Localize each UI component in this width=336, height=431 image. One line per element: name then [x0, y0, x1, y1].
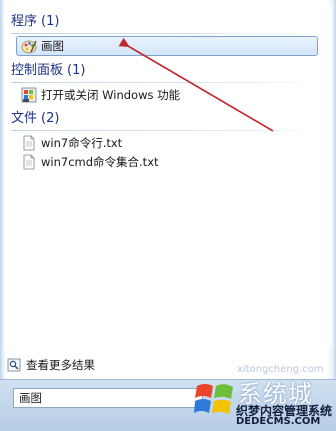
result-item-label: win7cmd命令集合.txt [41, 155, 159, 169]
group-count: (1) [67, 63, 86, 78]
watermark-url: DEDECMS.COM [236, 416, 321, 427]
see-more-label: 查看更多结果 [26, 358, 95, 372]
divider [11, 33, 326, 34]
start-menu-search-panel: 程序 (1) 画图 控制面板 (1) 打开或关闭 Windows 功能 文件 (… [0, 0, 336, 431]
watermark: 系统城 织梦内容管理系统 DEDECMS.COM [190, 372, 336, 430]
result-item-file[interactable]: win7命令行.txt [17, 134, 122, 152]
group-header-programs: 程序 (1) [11, 13, 59, 31]
group-count: (1) [41, 14, 60, 29]
result-item-windows-features[interactable]: 打开或关闭 Windows 功能 [17, 86, 180, 104]
group-name: 控制面板 [11, 63, 64, 78]
search-icon [7, 358, 21, 372]
text-file-icon [23, 135, 35, 151]
result-item-file[interactable]: win7cmd命令集合.txt [17, 153, 159, 171]
windows-features-icon [21, 87, 37, 103]
group-name: 程序 [11, 14, 38, 29]
group-count: (2) [41, 111, 60, 126]
divider [11, 130, 326, 131]
search-input[interactable]: 画图 [13, 388, 203, 408]
result-item-label: win7命令行.txt [41, 136, 123, 150]
result-item-label: 画图 [41, 39, 64, 53]
result-item-label: 打开或关闭 Windows 功能 [41, 88, 181, 102]
group-name: 文件 [11, 111, 38, 126]
search-results: 程序 (1) 画图 控制面板 (1) 打开或关闭 Windows 功能 文件 (… [4, 6, 332, 346]
group-header-files: 文件 (2) [11, 110, 59, 128]
divider [11, 82, 326, 83]
group-header-control-panel: 控制面板 (1) [11, 62, 85, 80]
text-file-icon [23, 154, 35, 170]
result-item-paint[interactable]: 画图 [16, 36, 318, 56]
windows-logo-icon [194, 384, 233, 414]
see-more-results-link[interactable]: 查看更多结果 [7, 357, 95, 373]
paint-icon [21, 40, 37, 54]
